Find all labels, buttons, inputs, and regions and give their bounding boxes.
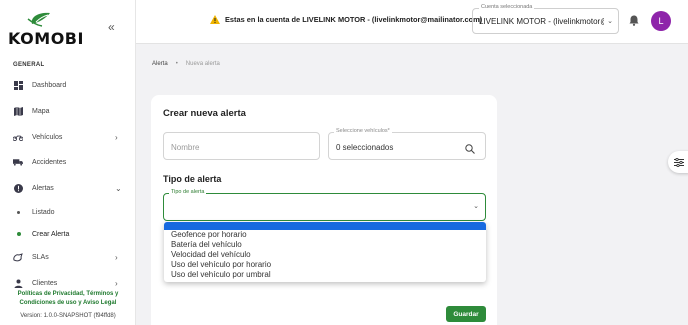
bell-icon[interactable] [629,13,639,31]
dropdown-option[interactable]: Velocidad del vehículo [164,250,486,260]
breadcrumb-parent[interactable]: Alerta [152,61,168,67]
sidebar-subitem-label: Listado [32,208,55,216]
name-input[interactable]: Nombre [163,132,320,160]
vehicles-select-value: 0 seleccionados [336,143,394,152]
sla-icon [13,252,23,262]
top-bar: Estas en la cuenta de LIVELINK MOTOR - (… [136,0,688,44]
account-select-value: LIVELINK MOTOR - (livelinkmotor@mailinat… [479,17,604,26]
sidebar-subitem-label: Crear Alerta [32,230,70,238]
alert-icon [13,183,23,193]
section-label: GENERAL [13,62,45,68]
vehicles-select[interactable]: Seleccione vehículos* 0 seleccionados [328,128,486,160]
save-button[interactable]: Guardar [446,306,486,322]
breadcrumb: Alerta • Nueva alerta [152,61,220,67]
account-warning: Estas en la cuenta de LIVELINK MOTOR - (… [210,15,482,24]
sidebar-item-label: Mapa [32,107,50,115]
collapse-sidebar-icon[interactable]: « [108,20,115,34]
dropdown-highlighted-option[interactable] [164,222,486,230]
person-icon [13,278,23,288]
dropdown-option[interactable]: Uso del vehículo por umbral [164,270,486,280]
sidebar-subitem-listado[interactable]: Listado [0,204,135,220]
leaf-logo-icon [27,12,50,27]
sidebar-item-slas[interactable]: SLAs › [0,248,135,266]
sidebar-item-label: Dashboard [32,81,67,89]
sidebar-item-label: SLAs [32,253,49,261]
policy-link[interactable]: Políticas de Privacidad, Términos y Cond… [0,290,136,308]
chevron-down-icon: ⌄ [473,203,479,210]
alert-type-select-label: Tipo de alerta [169,189,207,195]
alert-type-dropdown: Geofence por horario Batería del vehícul… [164,222,486,282]
dropdown-option[interactable]: Geofence por horario [164,230,486,240]
dashboard-icon [13,80,23,90]
version-text: Version: 1.0.0-SNAPSHOT (f94ffd8) [20,313,116,319]
bullet-icon [17,210,20,214]
logo: KOMOBI [8,10,88,48]
breadcrumb-current: Nueva alerta [185,61,220,67]
sidebar-item-label: Accidentes [32,158,67,166]
warning-text: Estas en la cuenta de LIVELINK MOTOR - (… [225,15,483,24]
chevron-down-icon: ⌄ [607,18,613,25]
chevron-right-icon: › [115,278,118,288]
vehicles-select-label: Seleccione vehículos* [334,128,392,134]
chevron-right-icon: › [115,252,118,262]
sidebar-item-vehiculos[interactable]: Vehículos › [0,128,135,146]
sidebar-item-label: Alertas [32,184,54,192]
brand-name: KOMOBI [8,29,84,48]
alert-type-heading: Tipo de alerta [163,174,222,184]
chevron-right-icon: › [115,132,118,142]
sidebar-item-label: Clientes [32,279,58,287]
motorcycle-icon [13,132,23,142]
dropdown-option[interactable]: Batería del vehículo [164,240,486,250]
map-icon [13,106,23,116]
sidebar-item-dashboard[interactable]: Dashboard [0,76,135,94]
active-bullet-icon [17,232,21,236]
sidebar: KOMOBI « GENERAL Dashboard Mapa Vehículo… [0,0,136,325]
truck-crash-icon [13,157,23,167]
filter-sliders-icon[interactable] [668,151,688,173]
search-icon[interactable] [465,141,475,159]
dropdown-option[interactable]: Uso del vehículo por horario [164,260,486,270]
create-alert-card: Crear nueva alerta Nombre Seleccione veh… [151,95,497,325]
alert-type-select[interactable]: Tipo de alerta ⌄ [163,189,486,221]
sidebar-item-alertas[interactable]: Alertas ⌄ [0,179,135,197]
chevron-down-icon: ⌄ [115,183,122,193]
warning-icon [210,15,220,24]
name-placeholder: Nombre [171,143,200,152]
sidebar-subitem-crear-alerta[interactable]: Crear Alerta [0,226,135,242]
account-select[interactable]: Cuenta seleccionada LIVELINK MOTOR - (li… [472,4,619,34]
breadcrumb-separator-icon: • [175,61,178,67]
sidebar-item-accidentes[interactable]: Accidentes [0,153,135,171]
avatar[interactable]: L [651,11,671,31]
page-title: Crear nueva alerta [163,108,246,119]
sidebar-item-label: Vehículos [32,133,63,141]
account-select-label: Cuenta seleccionada [479,4,535,10]
sidebar-item-mapa[interactable]: Mapa [0,102,135,120]
